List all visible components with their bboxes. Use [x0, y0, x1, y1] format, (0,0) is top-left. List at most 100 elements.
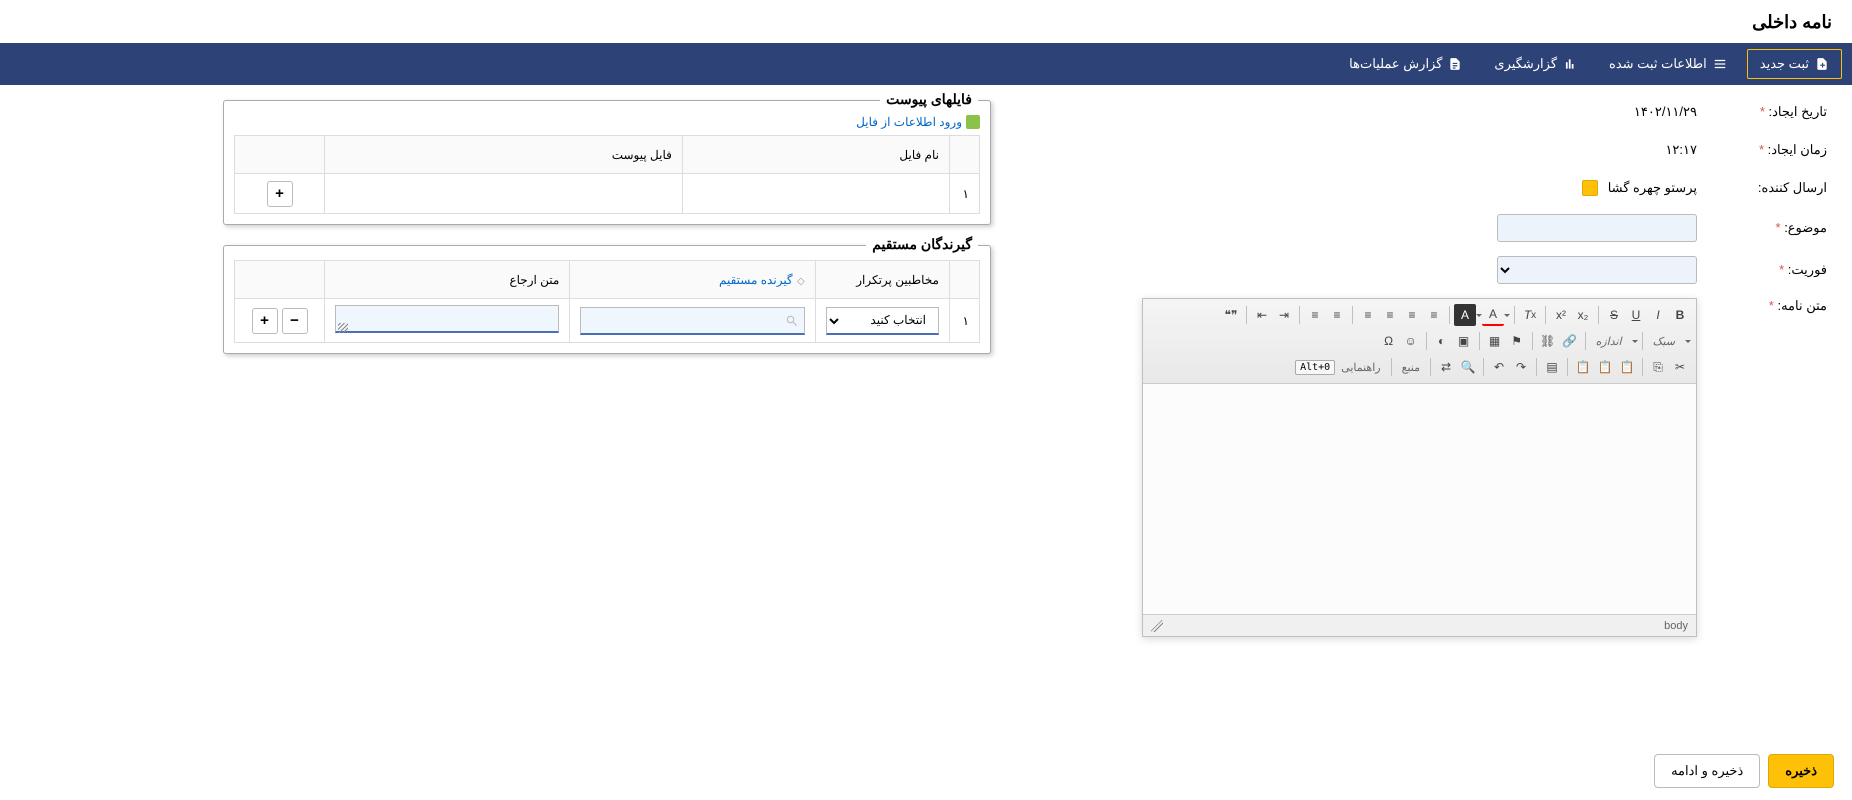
save-continue-button[interactable]: ذخیره و ادامه — [1654, 754, 1760, 788]
label-sender: ارسال کننده: — [1697, 180, 1827, 196]
undo-icon[interactable]: ↶ — [1488, 356, 1510, 378]
col-actions — [235, 261, 325, 299]
table-row: ۱ انتخاب کنید — [235, 299, 980, 343]
footer: ذخیره ذخیره و ادامه — [1636, 742, 1852, 800]
recipients-panel: گیرندگان مستقیم مخاطبین پرتکرار ◇گیرنده … — [223, 245, 991, 354]
cut-icon[interactable]: ✂ — [1669, 356, 1691, 378]
textcolor-icon[interactable]: A — [1482, 304, 1504, 326]
paste-word-icon[interactable]: 📋 — [1572, 356, 1594, 378]
globe-icon[interactable]: ◐ — [1431, 330, 1453, 352]
style-dropdown[interactable]: سبک — [1647, 335, 1691, 348]
col-referral-text: متن ارجاع — [325, 261, 570, 299]
registered-info-button[interactable]: اطلاعات ثبت شده — [1597, 50, 1739, 78]
copy-icon[interactable]: ⎘ — [1647, 356, 1669, 378]
table-row: ۱ + — [235, 174, 980, 214]
col-direct-recipient[interactable]: ◇گیرنده مستقیم — [570, 261, 815, 299]
value-sender: پرستو چهره گشا — [1061, 180, 1697, 197]
col-actions — [235, 136, 325, 174]
edit-sender-icon[interactable] — [1582, 180, 1598, 196]
value-create-time: ۱۲:۱۷ — [1061, 142, 1697, 158]
image-icon[interactable]: ▣ — [1453, 330, 1475, 352]
page-title: نامه داخلی — [0, 0, 1852, 43]
save-button[interactable]: ذخیره — [1768, 754, 1834, 788]
reporting-button[interactable]: گزارشگیری — [1482, 50, 1589, 78]
paste-text-icon[interactable]: 📋 — [1594, 356, 1616, 378]
outdent-icon[interactable]: ⇤ — [1251, 304, 1273, 326]
shortcut-badge: Alt+0 — [1295, 360, 1335, 375]
unlink-icon[interactable]: ⛓ — [1537, 330, 1559, 352]
add-row-button[interactable]: + — [252, 308, 278, 334]
search-icon — [785, 314, 799, 328]
flag-icon[interactable]: ⚑ — [1506, 330, 1528, 352]
align-center-icon[interactable]: ≡ — [1401, 304, 1423, 326]
direct-recipient-input[interactable] — [580, 307, 804, 335]
form-area: تاریخ ایجاد: * ۱۴۰۲/۱۱/۲۹ زمان ایجاد: * … — [1061, 100, 1827, 651]
col-attachment: فایل پیوست — [325, 136, 683, 174]
redo-icon[interactable]: ↷ — [1510, 356, 1532, 378]
size-dropdown[interactable]: اندازه — [1590, 335, 1638, 348]
bgcolor-icon[interactable]: A — [1454, 304, 1476, 326]
import-from-file-link[interactable]: ورود اطلاعات از فایل — [234, 115, 980, 129]
find-replace-icon[interactable]: ⇄ — [1435, 356, 1457, 378]
editor-textarea[interactable] — [1143, 384, 1696, 614]
italic-icon[interactable]: I — [1647, 304, 1669, 326]
row-idx: ۱ — [950, 299, 980, 343]
cell-filename[interactable] — [682, 174, 949, 214]
cell-attachment[interactable] — [325, 174, 683, 214]
attachments-panel: فایلهای پیوست ورود اطلاعات از فایل نام ف… — [223, 100, 991, 225]
col-idx — [950, 261, 980, 299]
underline-icon[interactable]: U — [1625, 304, 1647, 326]
priority-select[interactable] — [1497, 256, 1697, 284]
file-plus-icon — [1815, 57, 1829, 71]
col-filename: نام فایل — [682, 136, 949, 174]
superscript-icon[interactable]: x² — [1550, 304, 1572, 326]
recipients-title: گیرندگان مستقیم — [866, 236, 978, 253]
bold-icon[interactable]: B — [1669, 304, 1691, 326]
editor-path: body — [1664, 620, 1688, 632]
table-icon[interactable]: ▦ — [1484, 330, 1506, 352]
bullet-list-icon[interactable]: ≡ — [1326, 304, 1348, 326]
operations-log-button[interactable]: گزارش عملیات‌ها — [1337, 50, 1474, 78]
quote-icon[interactable]: ❝❞ — [1220, 304, 1242, 326]
paste-icon[interactable]: 📋 — [1616, 356, 1638, 378]
col-idx — [950, 136, 980, 174]
new-register-button[interactable]: ثبت جدید — [1747, 49, 1842, 79]
label-priority: فوریت: * — [1697, 262, 1827, 278]
label-subject: موضوع: * — [1697, 220, 1827, 236]
main-toolbar: ثبت جدید اطلاعات ثبت شده گزارشگیری گزارش… — [0, 43, 1852, 85]
frequent-select[interactable]: انتخاب کنید — [826, 307, 939, 335]
template-icon[interactable]: ▤ — [1541, 356, 1563, 378]
attachments-title: فایلهای پیوست — [880, 91, 978, 108]
source-button[interactable]: منبع — [1396, 361, 1426, 374]
subject-input[interactable] — [1497, 214, 1697, 242]
align-left-icon[interactable]: ≡ — [1423, 304, 1445, 326]
value-create-date: ۱۴۰۲/۱۱/۲۹ — [1061, 104, 1697, 120]
import-icon — [966, 115, 980, 129]
numbered-list-icon[interactable]: ≡ — [1304, 304, 1326, 326]
chart-icon — [1563, 57, 1577, 71]
indent-icon[interactable]: ⇥ — [1273, 304, 1295, 326]
help-button[interactable]: راهنمایی — [1335, 361, 1386, 374]
subscript-icon[interactable]: x₂ — [1572, 304, 1594, 326]
strike-icon[interactable]: S — [1603, 304, 1625, 326]
col-frequent: مخاطبین پرتکرار — [815, 261, 949, 299]
label-create-date: تاریخ ایجاد: * — [1697, 104, 1827, 120]
list-icon — [1713, 57, 1727, 71]
resize-grip-icon[interactable] — [338, 323, 348, 333]
rich-text-editor: ❝❞ ⇤ ⇥ ≡ ≡ ≡ ≡ ≡ ≡ — [1142, 298, 1697, 637]
add-row-button[interactable]: + — [267, 181, 293, 207]
omega-icon[interactable]: Ω — [1378, 330, 1400, 352]
link-icon[interactable]: 🔗 — [1559, 330, 1581, 352]
smiley-icon[interactable]: ☺ — [1400, 330, 1422, 352]
search-icon[interactable]: 🔍 — [1457, 356, 1479, 378]
resize-grip-icon[interactable] — [1151, 620, 1163, 632]
referral-text-input[interactable] — [335, 305, 559, 333]
row-idx: ۱ — [950, 174, 980, 214]
remove-row-button[interactable]: − — [282, 308, 308, 334]
align-right-icon[interactable]: ≡ — [1379, 304, 1401, 326]
align-justify-icon[interactable]: ≡ — [1357, 304, 1379, 326]
file-icon — [1448, 57, 1462, 71]
label-create-time: زمان ایجاد: * — [1697, 142, 1827, 158]
clear-format-icon[interactable]: Tx — [1519, 304, 1541, 326]
label-body: متن نامه: * — [1697, 298, 1827, 314]
